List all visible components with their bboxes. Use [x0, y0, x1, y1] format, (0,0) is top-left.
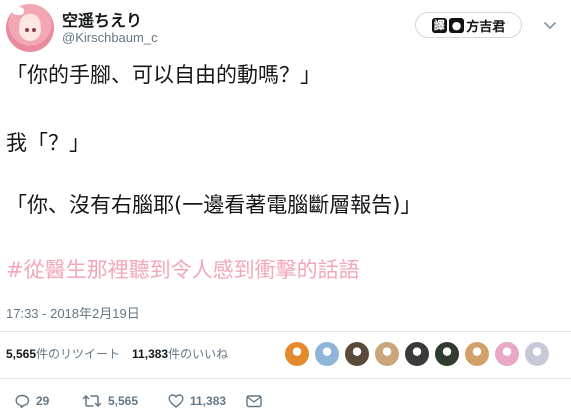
tweet-timestamp[interactable]: 17:33 - 2018年2月19日 [6, 303, 140, 322]
liker-avatar[interactable] [284, 341, 310, 367]
liker-avatar[interactable] [344, 341, 370, 367]
like-button[interactable]: 11,383 [168, 388, 226, 414]
like-stat-label: 件のいいね [168, 347, 229, 361]
translator-watermark: 譯 ● 方吉君 [415, 12, 522, 38]
reply-count: 29 [36, 394, 50, 408]
avatar-bow [12, 7, 24, 15]
liker-avatar[interactable] [374, 341, 400, 367]
user-handle[interactable]: @Kirschbaum_c [62, 30, 158, 45]
retweet-count: 5,565 [108, 394, 139, 408]
tweet-line: 「你、沒有右腦耶(一邊看著電腦斷層報告)」 [6, 193, 422, 217]
liker-avatar[interactable] [524, 341, 550, 367]
liker-avatar[interactable] [464, 341, 490, 367]
avatar-eye [32, 28, 36, 32]
reply-icon [15, 394, 30, 409]
action-bar: 29 5,565 11,383 [0, 388, 571, 414]
watermark-box: 譯 [431, 17, 447, 33]
tweet-line: 「你的手腳、可以自由的動嗎？」 [6, 63, 321, 87]
envelope-icon [246, 395, 262, 408]
chevron-down-icon[interactable] [541, 16, 559, 34]
direct-message-button[interactable] [245, 388, 263, 414]
liker-avatar[interactable] [314, 341, 340, 367]
like-count: 11,383 [190, 394, 227, 408]
retweet-stat-count[interactable]: 5,565 [6, 347, 36, 361]
watermark-dot: ● [448, 17, 465, 33]
like-stat-count[interactable]: 11,383 [132, 347, 168, 361]
tweet-line: 我「？」 [6, 131, 90, 155]
avatar[interactable] [6, 4, 54, 52]
retweet-icon [82, 395, 102, 407]
hashtag-link[interactable]: #從醫生那裡聽到令人感到衝擊的話語 [6, 256, 360, 284]
avatar-face [19, 19, 41, 41]
retweet-stat-label: 件のリツイート [36, 347, 121, 361]
watermark-text: 方吉君 [466, 19, 506, 35]
liker-avatar[interactable] [494, 341, 520, 367]
display-name[interactable]: 空遥ちえり [62, 7, 142, 31]
liker-avatar[interactable] [434, 341, 460, 367]
divider [0, 331, 571, 332]
liker-avatar[interactable] [404, 341, 430, 367]
avatar-eye [25, 28, 29, 32]
heart-icon [168, 394, 184, 408]
engagement-stats: 5,565件のリツイート 11,383件のいいね [6, 345, 228, 365]
reply-button[interactable]: 29 [14, 388, 49, 414]
retweet-button[interactable]: 5,565 [82, 388, 138, 414]
divider [0, 378, 571, 379]
